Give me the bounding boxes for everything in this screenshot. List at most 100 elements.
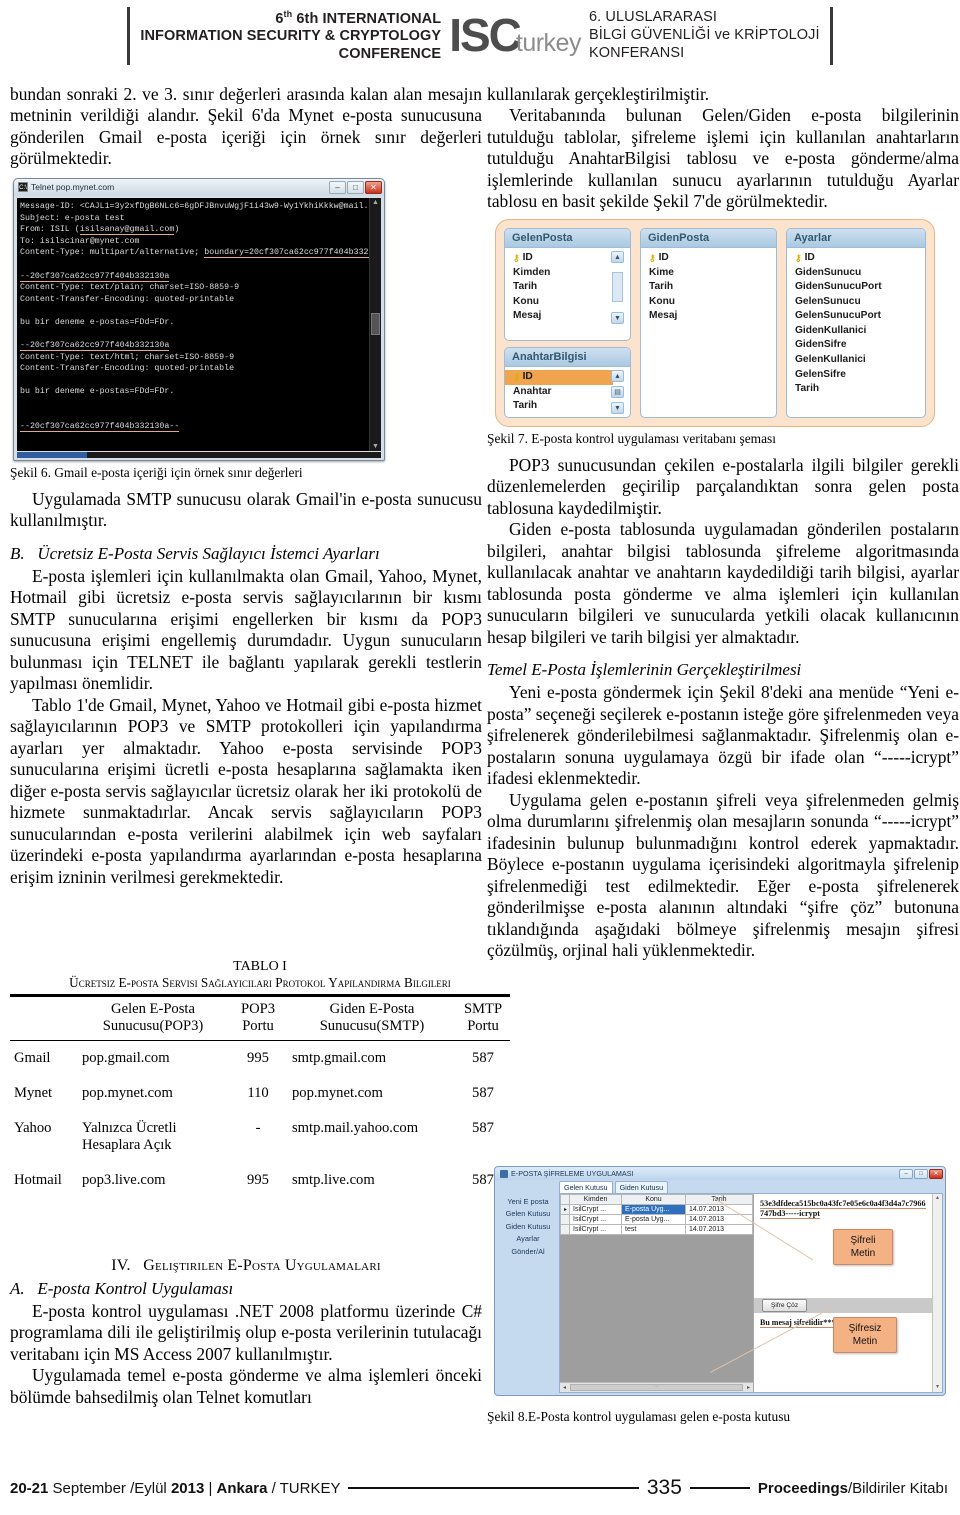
table-row: Hotmail pop3.live.com 995 smtp.live.com 587 (10, 1163, 510, 1198)
conference-title-turkish: 6. ULUSLARARASI BİLGİ GÜVENLİĞİ ve KRİPT… (589, 9, 820, 62)
schema-scrollbar[interactable]: ▲ ▤ ▼ (611, 370, 624, 414)
table-1-title: TABLO I (233, 959, 287, 974)
schema-field-list: ⚷ ID Kimden Tarih Konu Mesaj (513, 251, 607, 324)
right-paragraph-2: Veritabanında bulunan Gelen/Giden e-post… (487, 105, 959, 212)
scroll-down-icon[interactable]: ▼ (611, 311, 624, 324)
footer-month: September /Eylül (48, 1479, 171, 1497)
app-menu-item[interactable]: Gelen Kutusu (497, 1208, 559, 1220)
inbox-data-grid[interactable]: Kimden Konu Tarih ▸ IsilCrypt ... E-posta … (560, 1194, 754, 1392)
schema-scrollbar[interactable]: ▲ ▼ (611, 250, 624, 324)
left-column: bundan sonraki 2. ve 3. sınır değerleri … (10, 84, 482, 888)
footer-dates: 20-21 (10, 1479, 49, 1497)
grid-horizontal-scrollbar[interactable]: ◂ ⋯ ▸ (560, 1382, 753, 1392)
inbox-row[interactable]: IsilCrypt ... E-posta Uyg... 14.07.2013 (560, 1214, 753, 1225)
app-body: Yeni E posta Gelen Kutusu Giden Kutusu Ayar… (497, 1181, 943, 1393)
inbox-cell-kimden[interactable]: IsilCrypt ... (569, 1204, 622, 1215)
section-iv-title: Geliştirilen E-Posta Uygulamaları (143, 1257, 381, 1274)
section-iv-heading: IV. Geliştirilen E-Posta Uygulamaları (10, 1257, 482, 1275)
subsection-a-heading: A. E-posta Kontrol Uygulaması (10, 1279, 482, 1299)
left-paragraph-3: E-posta işlemleri için kullanılmakta ola… (10, 565, 482, 694)
schema-field: GelenKullanici (795, 354, 866, 366)
app-menu-item[interactable]: Yeni E posta (497, 1196, 559, 1208)
primary-key-icon: ⚷ (649, 252, 656, 263)
tab-giden-kutusu[interactable]: Giden Kutusu (614, 1181, 669, 1193)
primary-key-icon: ⚷ (513, 252, 520, 263)
scroll-up-icon[interactable]: ▲ (611, 370, 624, 383)
telnet-line (20, 328, 367, 340)
minimize-icon[interactable]: – (899, 1168, 913, 1179)
schema-field-list: ⚷ ID Kime Tarih Konu Mesaj (649, 251, 770, 324)
reader-vertical-scrollbar[interactable]: ▴ ▾ (932, 1194, 942, 1392)
conference-banner: 6th 6th INTERNATIONAL INFORMATION SECURI… (0, 0, 960, 72)
right-column: kullanılarak gerçekleştirilmiştir. Verit… (487, 84, 959, 962)
close-icon[interactable]: ✕ (365, 180, 382, 194)
inbox-cell-konu[interactable]: E-posta Uyg... (621, 1214, 686, 1225)
table-1-block: TABLO I Ücretsiz E-posta Servisi Sağlayı… (10, 958, 510, 1198)
inbox-cell-kimden[interactable]: IsilCrypt ... (569, 1214, 622, 1225)
scroll-left-icon[interactable]: ◂ (560, 1384, 569, 1391)
scroll-right-icon[interactable]: ▸ (744, 1384, 753, 1391)
scroll-down-icon[interactable]: ▾ (933, 1383, 942, 1392)
footer-city: Ankara (216, 1479, 268, 1497)
schema-table-ayarlar: Ayarlar ⚷ ID GidenSunucu GidenSunucuPort Gel… (786, 227, 926, 418)
right-paragraph-6: Uygulama gelen e-postanın şifreli veya ş… (487, 789, 959, 961)
inbox-cell-kimden[interactable]: IsilCrypt ... (569, 1224, 622, 1235)
minimize-icon[interactable]: – (329, 180, 346, 194)
left-paragraph-2: Uygulamada SMTP sunucusu olarak Gmail'in… (10, 488, 482, 531)
inbox-cell-tarih[interactable]: 14.07.2013 (685, 1204, 753, 1215)
inbox-cell-konu[interactable]: test (621, 1224, 686, 1235)
telnet-line (20, 375, 367, 387)
telnet-vertical-scrollbar[interactable]: ▲ ▼ (369, 197, 381, 451)
subsection-b-label: B. (10, 543, 25, 563)
scrollbar-thumb[interactable] (371, 313, 380, 336)
schema-table-title: GidenPosta (641, 228, 776, 248)
schema-field: Konu (649, 295, 676, 307)
table-cell: 110 (247, 1084, 269, 1101)
app-menu-item[interactable]: Ayarlar (497, 1233, 559, 1245)
scroll-down-icon[interactable]: ▼ (611, 401, 624, 414)
table-col-provider (10, 997, 78, 1041)
maximize-icon[interactable]: □ (914, 1168, 928, 1179)
decrypt-button[interactable]: Şifre Çöz (762, 1299, 808, 1312)
page-number: 335 (646, 1476, 682, 1499)
scrollbar-thumb[interactable] (612, 272, 623, 303)
inbox-row[interactable]: IsilCrypt ... test 14.07.2013 (560, 1224, 753, 1235)
app-menu-item[interactable]: Giden Kutusu (497, 1221, 559, 1233)
table-cell: Gmail (14, 1050, 51, 1067)
telnet-line: Content-Type: text/plain; charset=ISO-88… (20, 283, 240, 293)
conference-title-tr-line2: BİLGİ GÜVENLİĞİ ve KRİPTOLOJİ (588, 27, 820, 44)
schema-field-pk: ⚷ ID (513, 251, 607, 266)
inbox-row[interactable]: ▸ IsilCrypt ... E-posta Uyg... 14.07.2013 (560, 1204, 753, 1215)
inbox-cell-tarih[interactable]: 14.07.2013 (685, 1224, 753, 1235)
maximize-icon[interactable]: □ (347, 180, 364, 194)
ciphertext-display: 53e3dfdeca515bc0a43fc7e05e6c0a4f3d4a7c79… (754, 1194, 932, 1219)
close-icon[interactable]: ✕ (929, 1168, 943, 1179)
footer-proceedings-tr: /Bildiriler Kitabı (847, 1479, 948, 1497)
telnet-line: --20cf307ca62cc977f404b332130a (20, 271, 170, 282)
schema-field: Anahtar (513, 385, 552, 397)
table-header-row: Gelen E-Posta Sunucusu(POP3) POP3 Portu … (10, 997, 510, 1041)
inbox-col-tarih: Tarih (685, 1194, 753, 1205)
schema-field: Kime (649, 266, 674, 278)
inbox-cell-konu[interactable]: E-posta Uyg... (621, 1204, 686, 1215)
left-paragraph-4: Tablo 1'de Gmail, Mynet, Yahoo ve Hotmai… (10, 694, 482, 887)
schema-field: Mesaj (513, 310, 542, 322)
schema-table-title: Ayarlar (787, 228, 925, 248)
row-selector[interactable] (560, 1214, 570, 1225)
scrollbar-thumb[interactable]: ⋯ (570, 1384, 743, 1391)
telnet-console-output: Message-ID: <CAJL1=3y2xfDgB6NLc6=6gDFJBn… (17, 198, 369, 451)
tab-gelen-kutusu[interactable]: Gelen Kutusu (559, 1181, 613, 1193)
app-menu-item[interactable]: Gönder/Al (497, 1246, 559, 1258)
scroll-up-icon[interactable]: ▲ (611, 250, 624, 263)
scroll-down-icon[interactable]: ▼ (372, 442, 379, 451)
footer-country: / TURKEY (267, 1479, 341, 1497)
row-selector[interactable]: ▸ (560, 1204, 570, 1215)
telnet-line: To: isilscinar@mynet.com (20, 236, 140, 246)
scroll-up-icon[interactable]: ▲ (372, 198, 379, 207)
scroll-up-icon[interactable]: ▴ (933, 1194, 942, 1203)
schema-table-title: AnahtarBilgisi (505, 348, 630, 368)
table-cell: Hotmail (14, 1171, 62, 1188)
row-selector[interactable] (560, 1224, 570, 1235)
telnet-line: --20cf307ca62cc977f404b332130a (20, 341, 170, 352)
scrollbar-thumb[interactable]: ▤ (611, 386, 624, 399)
